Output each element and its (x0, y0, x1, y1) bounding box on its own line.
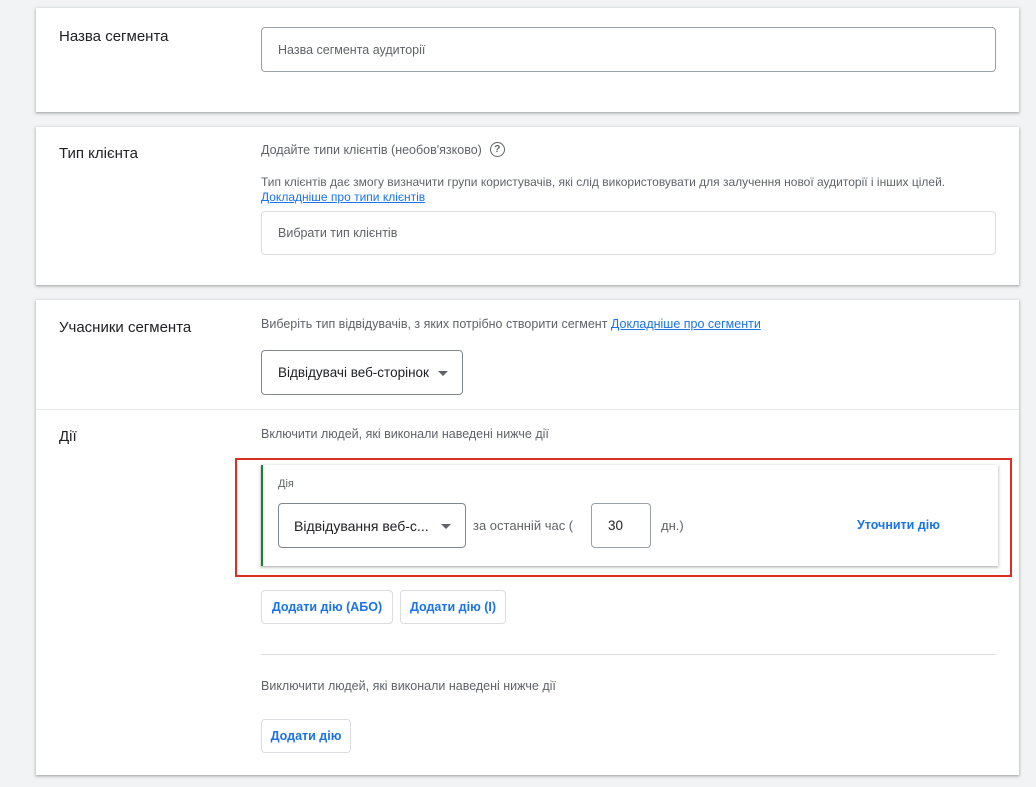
add-action-and-button[interactable]: Додати дію (І) (400, 590, 506, 624)
days-input[interactable]: 30 (591, 503, 651, 548)
segment-name-card: Назва сегмента Назва сегмента аудиторії (36, 8, 1019, 112)
question-circle-icon[interactable]: ? (489, 142, 505, 157)
visitor-type-dropdown[interactable]: Відвідувачі веб-сторінок (261, 350, 463, 395)
client-type-select[interactable]: Вибрати тип клієнтів (261, 211, 996, 255)
period-suffix: дн.) (661, 518, 684, 533)
action-type-value: Відвідування веб-с... (294, 517, 429, 534)
client-type-description: Тип клієнтів дає змогу визначити групи к… (261, 175, 946, 189)
segment-members-prompt: Виберіть тип відвідувачів, з яких потріб… (261, 317, 761, 331)
action-label: Дія (278, 478, 294, 490)
client-type-title: Тип клієнта (59, 145, 138, 162)
refine-action-button[interactable]: Уточнити дію (857, 518, 940, 532)
chevron-down-icon (441, 523, 451, 529)
section-divider (36, 409, 1019, 410)
segment-members-title: Учасники сегмента (59, 319, 192, 336)
client-type-label: Додайте типи клієнтів (необов'язково) ? (261, 142, 505, 157)
include-label: Включити людей, які виконали наведені ни… (261, 427, 549, 441)
client-type-learn-more-link[interactable]: Докладніше про типи клієнтів (261, 190, 425, 204)
visitor-type-value: Відвідувачі веб-сторінок (278, 365, 429, 380)
chevron-down-icon (438, 370, 448, 376)
segment-members-prompt-text: Виберіть тип відвідувачів, з яких потріб… (261, 317, 608, 331)
exclude-divider (261, 654, 996, 655)
add-exclude-action-button[interactable]: Додати дію (261, 719, 351, 753)
client-type-link-wrap: Докладніше про типи клієнтів (261, 190, 425, 204)
add-action-or-button[interactable]: Додати дію (АБО) (261, 590, 393, 624)
action-type-dropdown[interactable]: Відвідування веб-с... (278, 503, 466, 548)
exclude-label: Виключити людей, які виконали наведені н… (261, 679, 556, 693)
client-type-card: Тип клієнта Додайте типи клієнтів (необо… (36, 127, 1019, 285)
segment-members-card: Учасники сегмента Виберіть тип відвідува… (36, 300, 1019, 775)
actions-title: Дії (59, 428, 77, 445)
client-type-label-text: Додайте типи клієнтів (необов'язково) (261, 142, 482, 157)
action-card: Дія Відвідування веб-с... за останній ча… (261, 465, 998, 566)
segment-name-input[interactable]: Назва сегмента аудиторії (261, 27, 996, 72)
period-prefix: за останній час ( (473, 518, 574, 533)
segment-name-title: Назва сегмента (59, 28, 169, 45)
segments-learn-more-link[interactable]: Докладніше про сегменти (611, 317, 761, 331)
